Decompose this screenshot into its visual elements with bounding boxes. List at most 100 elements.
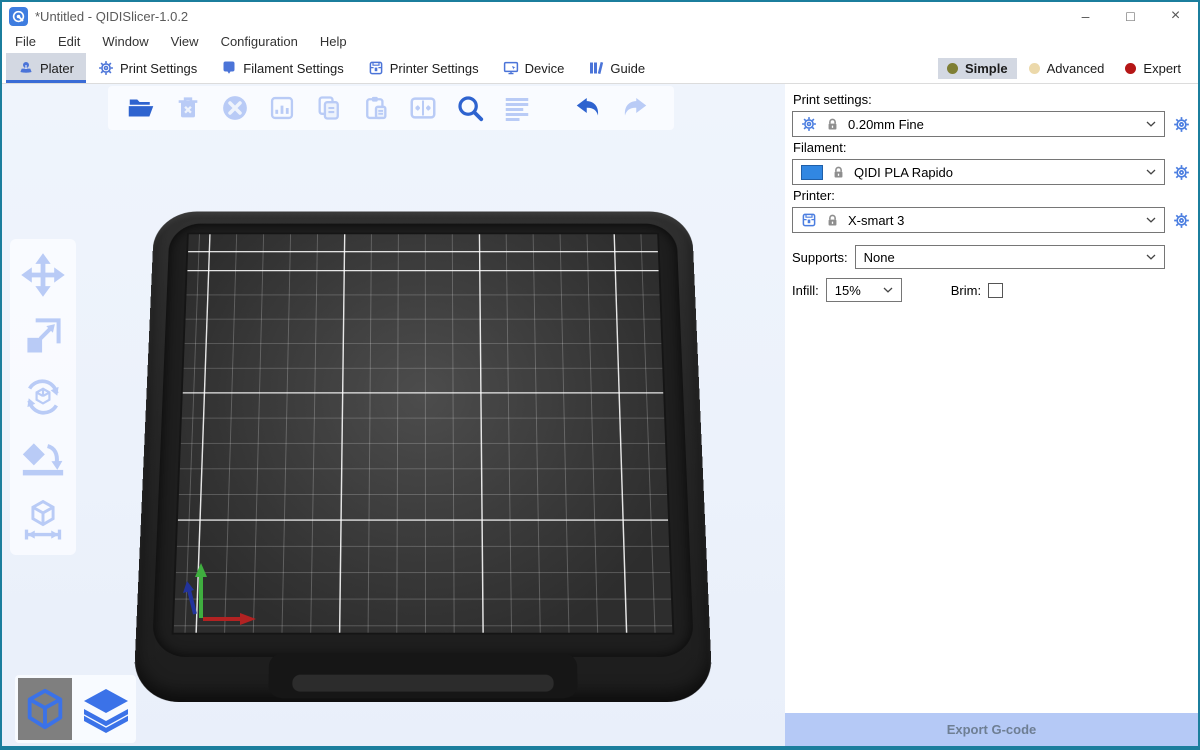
tab-label: Guide xyxy=(610,61,645,76)
chevron-down-icon xyxy=(1146,217,1156,223)
chevron-down-icon xyxy=(1146,121,1156,127)
view-toggle xyxy=(15,675,136,743)
filament-select[interactable]: QIDI PLA Rapido xyxy=(792,159,1165,185)
rotate-icon[interactable] xyxy=(19,373,67,421)
filament-label: Filament: xyxy=(793,140,1191,155)
plater-icon xyxy=(18,60,34,76)
printer-gear-button[interactable] xyxy=(1171,210,1191,230)
viewport-3d[interactable] xyxy=(2,84,785,746)
supports-value: None xyxy=(864,250,895,265)
chevron-down-icon xyxy=(1146,254,1156,260)
tab-label: Filament Settings xyxy=(243,61,343,76)
menu-file[interactable]: File xyxy=(4,34,47,49)
minimize-button[interactable]: – xyxy=(1063,2,1108,30)
mode-label: Expert xyxy=(1143,61,1181,76)
device-icon xyxy=(503,60,519,76)
menu-view[interactable]: View xyxy=(160,34,210,49)
printer-value: X-smart 3 xyxy=(848,213,904,228)
tab-label: Plater xyxy=(40,61,74,76)
print-settings-gear-button[interactable] xyxy=(1171,114,1191,134)
simple-dot-icon xyxy=(947,63,958,74)
app-logo-icon xyxy=(9,7,28,26)
menu-configuration[interactable]: Configuration xyxy=(210,34,309,49)
size-icon[interactable] xyxy=(19,495,67,543)
tab-label: Printer Settings xyxy=(390,61,479,76)
expert-dot-icon xyxy=(1125,63,1136,74)
arrange-icon[interactable] xyxy=(261,89,303,127)
filament-color-swatch xyxy=(801,165,823,180)
lock-icon xyxy=(831,165,846,180)
place-on-face-icon[interactable] xyxy=(19,434,67,482)
redo-icon[interactable] xyxy=(614,89,656,127)
top-toolbar xyxy=(108,86,674,130)
infill-label: Infill: xyxy=(792,283,819,298)
supports-label: Supports: xyxy=(792,250,848,265)
title-bar: *Untitled - QIDISlicer-1.0.2 – □ × xyxy=(2,2,1198,30)
lock-icon xyxy=(825,213,840,228)
chevron-down-icon xyxy=(883,287,893,293)
printer-icon xyxy=(368,60,384,76)
print-settings-value: 0.20mm Fine xyxy=(848,117,924,132)
folder-open-icon[interactable] xyxy=(120,89,162,127)
filament-icon xyxy=(221,60,237,76)
infill-select[interactable]: 15% xyxy=(826,278,902,302)
mode-advanced[interactable]: Advanced xyxy=(1020,58,1114,79)
layer-lines-icon[interactable] xyxy=(496,89,538,127)
filament-gear-button[interactable] xyxy=(1171,162,1191,182)
tab-guide[interactable]: Guide xyxy=(576,53,657,83)
menu-window[interactable]: Window xyxy=(91,34,159,49)
scale-icon[interactable] xyxy=(19,312,67,360)
brim-checkbox[interactable] xyxy=(988,283,1003,298)
close-button[interactable]: × xyxy=(1153,2,1198,30)
gear-icon xyxy=(801,116,817,132)
side-toolbar xyxy=(10,239,76,555)
export-gcode-button[interactable]: Export G-code xyxy=(785,713,1198,746)
lock-icon xyxy=(825,117,840,132)
tab-bar: Plater Print Settings Filament Settings … xyxy=(2,53,1198,84)
tab-label: Device xyxy=(525,61,565,76)
gear-icon xyxy=(98,60,114,76)
guide-icon xyxy=(588,60,604,76)
tab-device[interactable]: Device xyxy=(491,53,577,83)
supports-select[interactable]: None xyxy=(855,245,1165,269)
search-icon[interactable] xyxy=(449,89,491,127)
trash-icon[interactable] xyxy=(167,89,209,127)
tab-plater[interactable]: Plater xyxy=(6,53,86,83)
menu-bar: File Edit Window View Configuration Help xyxy=(2,30,1198,53)
printer-icon xyxy=(801,212,817,228)
filament-value: QIDI PLA Rapido xyxy=(854,165,953,180)
chevron-down-icon xyxy=(1146,169,1156,175)
infill-value: 15% xyxy=(835,283,861,298)
printer-select[interactable]: X-smart 3 xyxy=(792,207,1165,233)
app-window: *Untitled - QIDISlicer-1.0.2 – □ × File … xyxy=(0,0,1200,750)
cube-icon[interactable] xyxy=(18,678,72,740)
brim-label: Brim: xyxy=(951,283,981,298)
undo-icon[interactable] xyxy=(567,89,609,127)
tab-filament-settings[interactable]: Filament Settings xyxy=(209,53,355,83)
mode-label: Simple xyxy=(965,61,1008,76)
mode-label: Advanced xyxy=(1047,61,1105,76)
menu-help[interactable]: Help xyxy=(309,34,358,49)
printer-label: Printer: xyxy=(793,188,1191,203)
split-objects-icon[interactable] xyxy=(402,89,444,127)
advanced-dot-icon xyxy=(1029,63,1040,74)
print-settings-select[interactable]: 0.20mm Fine xyxy=(792,111,1165,137)
tab-label: Print Settings xyxy=(120,61,197,76)
settings-panel: Print settings: 0.20mm Fine Filament: xyxy=(785,84,1198,746)
print-settings-label: Print settings: xyxy=(793,92,1191,107)
bed-handle xyxy=(268,653,578,698)
delete-all-icon[interactable] xyxy=(214,89,256,127)
mode-expert[interactable]: Expert xyxy=(1116,58,1190,79)
paste-icon[interactable] xyxy=(355,89,397,127)
copy-icon[interactable] xyxy=(308,89,350,127)
axes-indicator xyxy=(178,560,262,626)
maximize-button[interactable]: □ xyxy=(1108,2,1153,30)
tab-printer-settings[interactable]: Printer Settings xyxy=(356,53,491,83)
layers-icon[interactable] xyxy=(79,678,133,740)
menu-edit[interactable]: Edit xyxy=(47,34,91,49)
window-title: *Untitled - QIDISlicer-1.0.2 xyxy=(35,9,188,24)
mode-switcher: Simple Advanced Expert xyxy=(938,53,1198,83)
move-icon[interactable] xyxy=(19,251,67,299)
mode-simple[interactable]: Simple xyxy=(938,58,1017,79)
tab-print-settings[interactable]: Print Settings xyxy=(86,53,209,83)
